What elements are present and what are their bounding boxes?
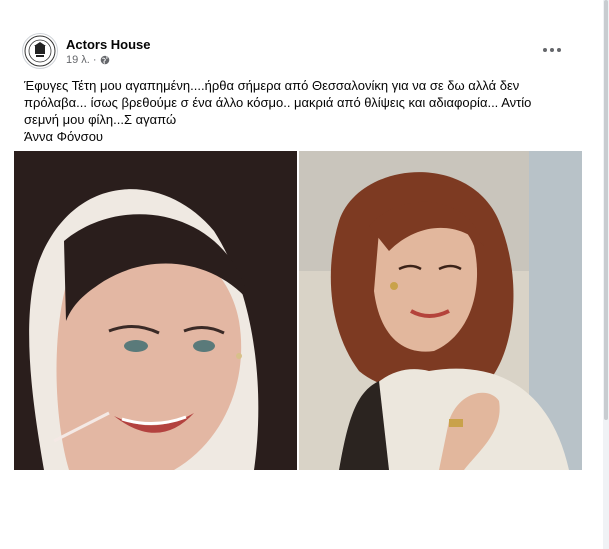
portrait-image-right [299, 151, 582, 470]
more-dot [550, 48, 554, 52]
more-dot [557, 48, 561, 52]
post-text-line: Άννα Φόνσου [24, 129, 104, 144]
portrait-image-left [14, 151, 297, 470]
post-timestamp[interactable]: 19 λ. [66, 54, 90, 66]
photo-right[interactable] [299, 151, 582, 470]
more-options-button[interactable] [538, 38, 566, 62]
post-text-line: Έφυγες Τέτη μου αγαπημένη....ήρθα σήμερα… [24, 78, 520, 93]
page-name-link[interactable]: Actors House [66, 37, 151, 52]
logo-icon [24, 35, 56, 67]
separator-dot: · [92, 53, 97, 66]
post-text-line: πρόλαβα... ίσως βρεθούμε σ ένα άλλο κόσμ… [24, 95, 532, 110]
more-horizontal-icon [543, 48, 547, 52]
globe-icon [100, 55, 109, 64]
photo-left[interactable] [14, 151, 297, 470]
post-text-line: σεμνή μου φίλη...Σ αγαπώ [24, 112, 177, 127]
page-avatar[interactable] [22, 33, 58, 69]
photo-grid [14, 151, 582, 470]
post-meta: Actors House 19 λ. · [66, 37, 151, 66]
post-card: Actors House 19 λ. · Έφυγες Τέτη μου αγα… [0, 0, 604, 549]
post-subline: 19 λ. · [66, 54, 151, 66]
post-header: Actors House 19 λ. · [22, 33, 151, 69]
scrollbar-thumb[interactable] [604, 0, 608, 420]
post-text: Έφυγες Τέτη μου αγαπημένη....ήρθα σήμερα… [24, 77, 579, 145]
